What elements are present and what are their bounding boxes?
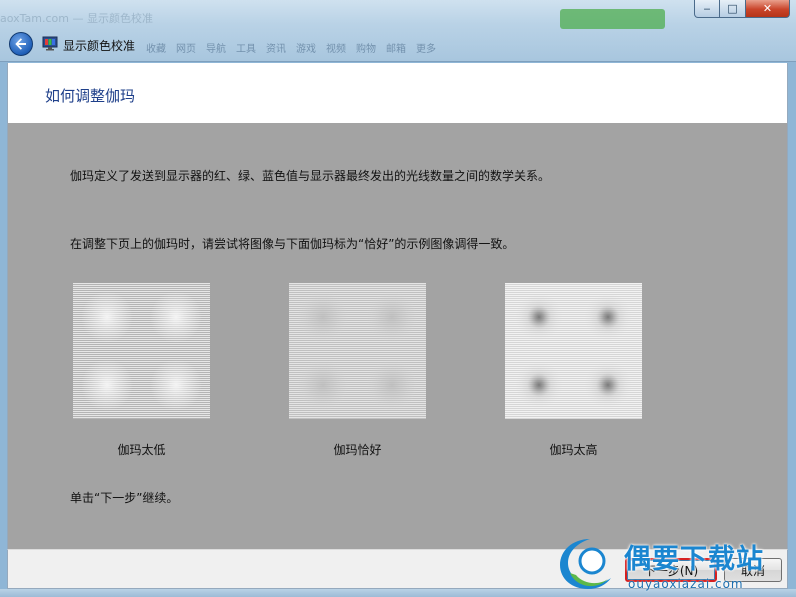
background-bookmark: 收藏 xyxy=(146,44,166,55)
caption-gamma-high: 伽玛太高 xyxy=(549,443,598,457)
sample-image-gamma-high xyxy=(505,283,642,419)
title-bar: aoxTam.com — 显示颜色校准 收藏 网页 导航 工具 资讯 游戏 视频… xyxy=(0,0,796,62)
caption-gamma-ok: 伽玛恰好 xyxy=(333,443,382,457)
background-bookmark: 资讯 xyxy=(266,44,286,55)
window-title: 显示颜色校准 xyxy=(63,39,136,53)
background-bookmarks-bar: 收藏 网页 导航 工具 资讯 游戏 视频 购物 邮箱 更多 xyxy=(146,40,786,55)
arrow-left-icon xyxy=(15,38,26,50)
background-bookmark: 视频 xyxy=(326,44,346,55)
close-icon: ✕ xyxy=(762,2,773,15)
background-bookmark: 购物 xyxy=(356,44,376,55)
background-bookmark: 邮箱 xyxy=(386,44,406,55)
background-bookmark: 更多 xyxy=(416,44,436,55)
close-button[interactable]: ✕ xyxy=(746,0,790,18)
background-green-button xyxy=(560,9,665,29)
minimize-button[interactable]: ‒ xyxy=(694,0,720,18)
next-button[interactable]: 下一步(N) xyxy=(625,558,717,582)
back-button[interactable] xyxy=(9,32,33,56)
footer-bar: 下一步(N) 取消 xyxy=(7,549,788,589)
background-url-text: aoxTam.com — 显示颜色校准 xyxy=(0,12,153,24)
background-bookmark: 导航 xyxy=(206,44,226,55)
page-heading: 如何调整伽玛 xyxy=(45,87,136,105)
window-frame-bottom xyxy=(0,589,796,597)
gamma-instruction-text: 在调整下页上的伽玛时，请尝试将图像与下面伽玛标为“恰好”的示例图像调得一致。 xyxy=(70,237,515,251)
sample-image-gamma-low xyxy=(73,283,210,419)
header-panel: 如何调整伽玛 xyxy=(7,63,788,123)
maximize-button[interactable]: □ xyxy=(720,0,746,18)
continue-hint-text: 单击“下一步”继续。 xyxy=(70,491,179,505)
caption-gamma-low: 伽玛太低 xyxy=(117,443,166,457)
content-panel: 伽玛定义了发送到显示器的红、绿、蓝色值与显示器最终发出的光线数量之间的数学关系。… xyxy=(7,123,788,549)
background-bookmark: 网页 xyxy=(176,44,196,55)
sample-image-gamma-ok xyxy=(289,283,426,419)
gamma-definition-text: 伽玛定义了发送到显示器的红、绿、蓝色值与显示器最终发出的光线数量之间的数学关系。 xyxy=(70,169,551,183)
monitor-icon xyxy=(42,36,58,51)
background-bookmark: 工具 xyxy=(236,44,256,55)
cancel-button[interactable]: 取消 xyxy=(724,558,782,582)
background-bookmark: 游戏 xyxy=(296,44,316,55)
window-controls: ‒ □ ✕ xyxy=(694,0,790,20)
maximize-icon: □ xyxy=(727,2,738,15)
minimize-icon: ‒ xyxy=(703,2,711,15)
